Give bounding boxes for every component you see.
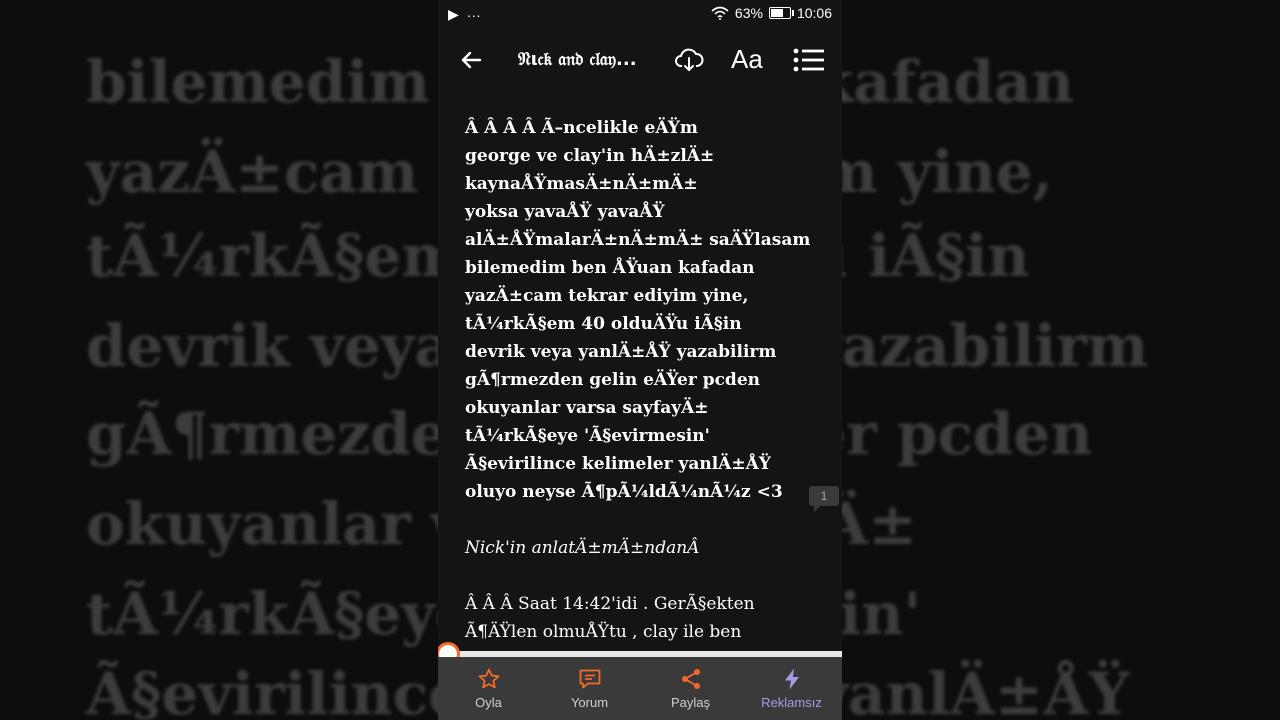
story-line: devrik veya yanlÄ±ÅŸ yazabilirm [465,342,777,362]
comment-button[interactable]: Yorum [539,657,640,720]
comment-label: Yorum [570,695,609,710]
star-icon [478,668,499,689]
story-line: Â Â Â Â Ã–ncelikle eÄŸm [465,118,698,138]
story-title: 𝔑ι𝔠𝔨 𝔞𝔫𝔡 𝔠𝔩𝔞𝔶... [518,49,637,70]
story-line: tÃ¼rkÃ§em 40 olduÄŸu iÃ§in [465,314,742,334]
play-icon: ▶ [448,6,459,22]
story-line: gÃ¶rmezden gelin eÄŸer pcden [465,370,760,390]
download-cloud-icon[interactable] [674,45,704,75]
story-line: oluyo neyse Ã¶pÃ¼ldÃ¼nÃ¼z <3 [465,482,783,502]
back-arrow-icon[interactable] [456,45,486,75]
phone-screen: ▶ ··· 63% 10:06 𝔑ι𝔠𝔨 𝔞𝔫𝔡 𝔠𝔩𝔞𝔶... Aa Â Â … [438,0,842,720]
story-line: tÃ¼rkÃ§eye 'Ã§evirmesin' [465,426,710,446]
wifi-icon [711,6,729,20]
font-settings-button[interactable]: Aa [731,44,763,75]
bottom-action-bar: Oyla Yorum Paylaş Reklamsız [438,657,842,720]
story-line: Ã¶ÄŸlen olmuÅŸtu , clay ile ben [465,622,742,642]
story-line: Â Â Â Saat 14:42'idi . GerÃ§ekten [465,594,755,614]
reader-toolbar: 𝔑ι𝔠𝔨 𝔞𝔫𝔡 𝔠𝔩𝔞𝔶... Aa [438,36,842,84]
story-line: yazÄ±cam tekrar ediyim yine, [465,286,749,306]
story-line: okuyanlar varsa sayfayÄ± [465,398,709,418]
ad-free-button[interactable]: Reklamsız [741,657,842,720]
vote-label: Oyla [475,695,502,710]
vote-button[interactable]: Oyla [438,657,539,720]
story-line: Nick'in anlatÄ±mÄ±ndanÂ [465,538,700,558]
lightning-icon [784,668,799,690]
battery-percent: 63% [734,5,763,21]
ad-free-label: Reklamsız [761,695,822,710]
share-icon [681,669,700,689]
share-label: Paylaş [670,695,711,710]
inline-comment-badge[interactable]: 1 [809,486,839,512]
comment-icon [579,669,600,689]
story-line: yoksa yavaÅŸ yavaÅŸ [465,202,665,222]
story-line: Ã§evirilince kelimeler yanlÄ±ÅŸ [465,454,771,474]
share-button[interactable]: Paylaş [640,657,741,720]
more-notifications-icon: ··· [466,6,481,23]
battery-icon [768,7,794,19]
story-line: alÄ±ÅŸmalarÄ±nÄ±mÄ± saÄŸlasam [465,230,811,250]
status-bar: ▶ ··· 63% 10:06 [438,0,842,28]
table-of-contents-icon[interactable] [792,45,826,75]
story-line: kaynaÅŸmasÄ±nÄ±mÄ± [465,174,698,194]
story-content: Â Â Â Â Ã–ncelikle eÄŸm george ve clay'i… [465,114,825,646]
story-line: george ve clay'in hÄ±zlÄ± [465,146,715,166]
clock: 10:06 [796,5,832,21]
story-line: bilemedim ben ÅŸuan kafadan [465,258,755,278]
